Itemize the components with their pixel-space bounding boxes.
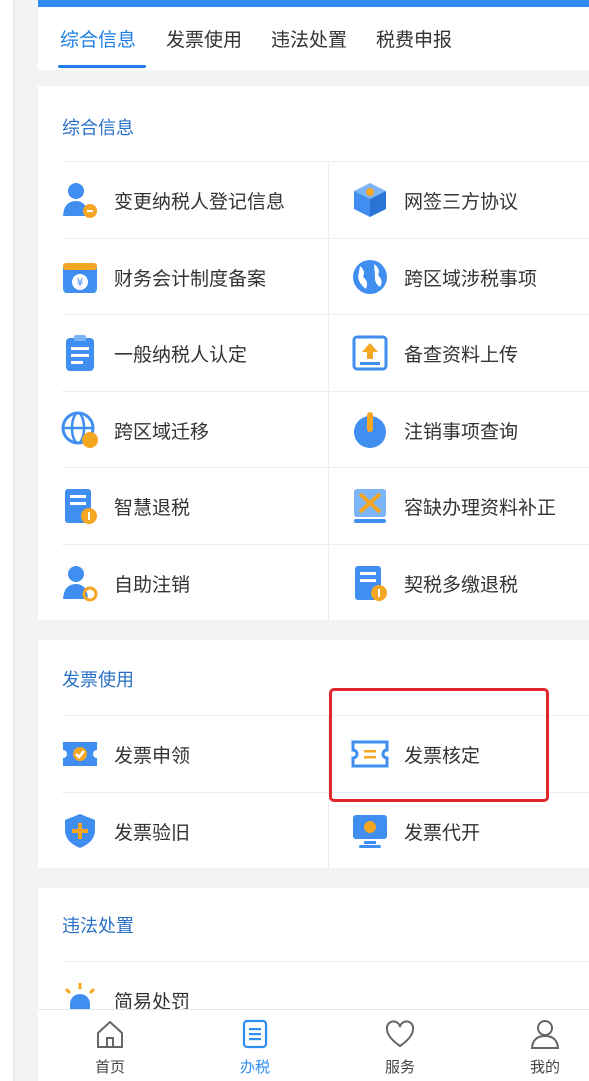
invoice-apply-icon — [63, 742, 97, 766]
section-title: 违法处置 — [62, 916, 134, 937]
nav-tax[interactable]: 办税 — [215, 1018, 295, 1077]
upload-icon — [352, 335, 388, 371]
tax-list-icon — [242, 1019, 268, 1049]
service-item-self-deregistration[interactable]: 自助注销 — [60, 545, 190, 621]
service-item-document-upload[interactable]: 备查资料上传 — [350, 315, 518, 391]
service-item-deregistration-query[interactable]: 注销事项查询 — [350, 392, 518, 468]
svg-text:¥: ¥ — [77, 276, 84, 289]
correction-icon — [354, 489, 386, 523]
service-item-accounting-filing[interactable]: ¥ 财务会计制度备案 — [60, 239, 266, 315]
section-comprehensive: 综合信息 变更纳税人登记信息 网签三方协议 ¥ 财务会计制度备案 跨区域涉税事项… — [38, 86, 589, 620]
service-item-invoice-issue-on-behalf[interactable]: 发票代开 — [350, 793, 480, 869]
shield-plus-icon — [65, 814, 95, 848]
service-item-document-correction[interactable]: 容缺办理资料补正 — [350, 468, 556, 544]
highlight-box — [329, 688, 549, 802]
nav-service[interactable]: 服务 — [360, 1018, 440, 1077]
service-item-three-party-agreement[interactable]: 网签三方协议 — [350, 162, 518, 238]
column-divider — [328, 161, 329, 620]
active-tab-indicator — [58, 65, 146, 68]
section-title: 发票使用 — [62, 670, 134, 691]
service-item-deed-tax-refund[interactable]: 契税多缴退税 — [350, 545, 518, 621]
service-item-change-registration[interactable]: 变更纳税人登记信息 — [60, 162, 285, 238]
home-icon — [97, 1020, 123, 1048]
nav-profile[interactable]: 我的 — [505, 1018, 585, 1077]
refund-document-icon — [65, 489, 97, 524]
service-item-cross-region-migration[interactable]: 跨区域迁移 — [60, 392, 209, 468]
finance-wallet-icon: ¥ — [63, 263, 97, 293]
service-item-invoice-verify[interactable]: 发票验旧 — [60, 793, 190, 869]
tab-invoice[interactable]: 发票使用 — [166, 25, 242, 52]
top-accent-bar — [38, 0, 589, 7]
service-item-invoice-apply[interactable]: 发票申领 — [60, 716, 190, 792]
power-icon — [354, 412, 386, 448]
tab-violation[interactable]: 违法处置 — [271, 25, 347, 52]
globe-handshake-icon — [61, 411, 98, 448]
section-title: 综合信息 — [62, 118, 134, 139]
category-tabs: 综合信息 发票使用 违法处置 税费申报 — [38, 7, 589, 70]
tab-comprehensive[interactable]: 综合信息 — [60, 25, 136, 52]
user-icon — [530, 1020, 560, 1049]
agreement-box-icon — [354, 183, 386, 217]
bottom-navigation: 首页 办税 服务 我的 — [38, 1009, 589, 1081]
service-item-general-taxpayer[interactable]: 一般纳税人认定 — [60, 315, 247, 391]
tab-tax-declaration[interactable]: 税费申报 — [376, 25, 452, 52]
globe-icon — [353, 260, 387, 294]
left-edge — [0, 0, 14, 1081]
user-edit-icon — [63, 183, 97, 218]
user-settings-icon — [63, 566, 98, 602]
clipboard-list-icon — [66, 335, 94, 371]
invoice-monitor-icon — [353, 815, 387, 848]
app-screen: 综合信息 发票使用 违法处置 税费申报 综合信息 变更纳税人登记信息 网签三方协… — [0, 0, 589, 1081]
tax-refund-document-icon — [355, 566, 387, 601]
service-item-cross-region-tax[interactable]: 跨区域涉税事项 — [350, 239, 537, 315]
section-violation: 违法处置 简易处罚 — [38, 888, 589, 1018]
nav-home[interactable]: 首页 — [70, 1018, 150, 1077]
heart-icon — [385, 1020, 415, 1048]
service-item-smart-refund[interactable]: 智慧退税 — [60, 468, 190, 544]
